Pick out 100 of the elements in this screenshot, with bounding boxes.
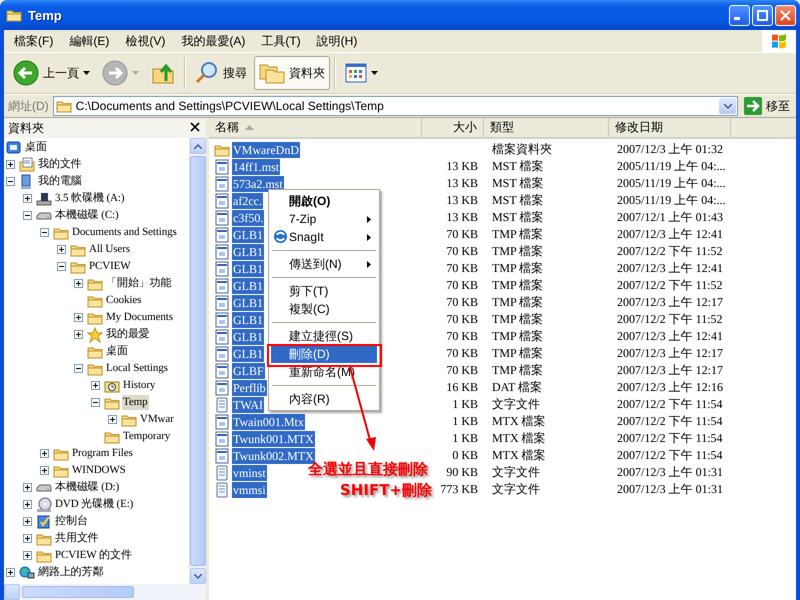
context-menu-item[interactable]: 內容(R) xyxy=(271,390,377,408)
expand-icon[interactable] xyxy=(74,279,83,288)
folders-button[interactable]: 資料夾 xyxy=(254,56,330,90)
tree-item[interactable]: 桌面 xyxy=(24,140,48,155)
tree-item[interactable]: Program Files xyxy=(71,446,134,461)
tree-item[interactable]: Local Settings xyxy=(105,361,169,376)
vertical-scrollbar[interactable] xyxy=(189,138,206,584)
file-name[interactable]: Perflib xyxy=(232,380,267,396)
file-name[interactable]: GLB1 xyxy=(232,226,264,242)
tree-item[interactable]: Documents and Settings xyxy=(71,225,178,240)
expand-icon[interactable] xyxy=(6,160,15,169)
file-name[interactable]: Twunk002.MTX xyxy=(232,448,315,464)
tree-item[interactable]: 3.5 軟碟機 (A:) xyxy=(54,191,126,206)
collapse-icon[interactable] xyxy=(91,398,100,407)
context-menu-item[interactable]: 刪除(D) xyxy=(271,345,377,363)
file-name[interactable]: GLB1 xyxy=(232,312,264,328)
expand-icon[interactable] xyxy=(57,245,66,254)
address-field[interactable]: C:\Documents and Settings\PCVIEW\Local Settings\Temp xyxy=(52,96,738,116)
file-name[interactable]: GLB1 xyxy=(232,294,264,310)
expand-icon[interactable] xyxy=(91,381,100,390)
context-menu-item[interactable]: 複製(C) xyxy=(271,300,377,318)
collapse-icon[interactable] xyxy=(74,364,83,373)
tree-item[interactable]: 本機磁碟 (C:) xyxy=(54,208,120,223)
maximize-button[interactable] xyxy=(752,4,773,26)
file-name[interactable]: GLB1 xyxy=(232,278,264,294)
tree-item[interactable]: 本機磁碟 (D:) xyxy=(54,480,120,495)
context-menu-item[interactable]: SnagIt xyxy=(271,228,377,246)
file-name[interactable]: vminst xyxy=(232,464,267,480)
file-name[interactable]: TWAI xyxy=(232,396,264,412)
expand-icon[interactable] xyxy=(23,483,32,492)
file-name[interactable]: vmmsi xyxy=(232,482,267,498)
expand-icon[interactable] xyxy=(23,517,32,526)
expand-icon[interactable] xyxy=(23,551,32,560)
go-button[interactable]: 移至 xyxy=(742,97,792,115)
tree-item[interactable]: 共用文件 xyxy=(54,531,100,546)
tree-item[interactable]: Cookies xyxy=(105,293,142,308)
horizontal-scrollbar[interactable] xyxy=(4,584,206,600)
tree-item[interactable]: PCVIEW xyxy=(88,259,132,274)
tree-item[interactable]: All Users xyxy=(88,242,131,257)
tree-item[interactable]: My Documents xyxy=(105,310,174,325)
file-name[interactable]: Twain001.Mtx xyxy=(232,414,305,430)
menu-item[interactable]: 編輯(E) xyxy=(63,30,116,52)
tree-item[interactable]: 我的文件 xyxy=(37,157,83,172)
column-header[interactable]: 修改日期 xyxy=(609,118,731,137)
expand-icon[interactable] xyxy=(74,313,83,322)
collapse-icon[interactable] xyxy=(23,211,32,220)
tree-item[interactable]: Temporary xyxy=(122,429,172,444)
expand-icon[interactable] xyxy=(23,534,32,543)
dropdown-button[interactable] xyxy=(719,98,736,114)
file-name[interactable]: GLBF xyxy=(232,362,265,378)
menu-item[interactable]: 我的最愛(A) xyxy=(175,30,252,52)
expand-icon[interactable] xyxy=(108,415,117,424)
close-button[interactable] xyxy=(775,4,796,26)
tree-item[interactable]: 我的電腦 xyxy=(37,174,83,189)
tree-item[interactable]: DVD 光碟機 (E:) xyxy=(54,497,134,512)
menu-item[interactable]: 說明(H) xyxy=(310,30,364,52)
tree-item[interactable]: History xyxy=(122,378,156,393)
file-name[interactable]: c3f50. xyxy=(232,210,264,226)
file-name[interactable]: 14ff1.mst xyxy=(232,158,280,174)
collapse-icon[interactable] xyxy=(57,262,66,271)
expand-icon[interactable] xyxy=(74,330,83,339)
tree-item[interactable]: 桌面 xyxy=(105,344,129,359)
tree-item[interactable]: 我的最愛 xyxy=(105,327,151,342)
search-button[interactable]: 搜尋 xyxy=(190,56,252,90)
context-menu-item[interactable]: 傳送到(N) xyxy=(271,255,377,273)
tree-item[interactable]: 「開始」功能 xyxy=(105,276,172,291)
tree-item[interactable]: PCVIEW 的文件 xyxy=(54,548,133,563)
context-menu-item[interactable]: 7-Zip xyxy=(271,210,377,228)
column-header[interactable]: 類型 xyxy=(484,118,609,137)
file-name[interactable]: af2cc. xyxy=(232,192,263,208)
tree-item[interactable]: WINDOWS xyxy=(71,463,127,478)
expand-icon[interactable] xyxy=(6,568,15,577)
scroll-down-icon[interactable] xyxy=(194,574,202,578)
context-menu-item[interactable]: 建立捷徑(S) xyxy=(271,327,377,345)
minimize-button[interactable] xyxy=(729,4,750,26)
file-name[interactable]: GLB1 xyxy=(232,244,264,260)
file-name[interactable]: GLB1 xyxy=(232,346,264,362)
tree-item[interactable]: 控制台 xyxy=(54,514,89,529)
tree-item[interactable]: Temp xyxy=(122,395,148,410)
file-name[interactable]: GLB1 xyxy=(232,260,264,276)
file-name[interactable]: VMwareDnD xyxy=(232,142,300,158)
scroll-up-icon[interactable] xyxy=(194,144,202,148)
context-menu-item[interactable]: 剪下(T) xyxy=(271,282,377,300)
menu-item[interactable]: 工具(T) xyxy=(255,30,307,52)
expand-icon[interactable] xyxy=(40,449,49,458)
expand-icon[interactable] xyxy=(40,466,49,475)
collapse-icon[interactable] xyxy=(6,177,15,186)
menu-item[interactable]: 檢視(V) xyxy=(119,30,172,52)
collapse-icon[interactable] xyxy=(40,228,49,237)
expand-icon[interactable] xyxy=(23,194,32,203)
context-menu-item[interactable]: 開啟(O) xyxy=(271,192,377,210)
column-header[interactable]: 大小 xyxy=(422,118,484,137)
close-pane-button[interactable] xyxy=(190,122,202,134)
file-name[interactable]: GLB1 xyxy=(232,328,264,344)
tree-item[interactable]: VMwar xyxy=(139,412,175,427)
tree-item[interactable]: 網路上的芳鄰 xyxy=(37,565,104,580)
back-button[interactable]: 上一頁 xyxy=(8,56,95,90)
column-header[interactable]: 名稱 xyxy=(209,118,422,137)
menu-item[interactable]: 檔案(F) xyxy=(8,30,60,52)
file-name[interactable]: 573a2.mst xyxy=(232,176,284,192)
